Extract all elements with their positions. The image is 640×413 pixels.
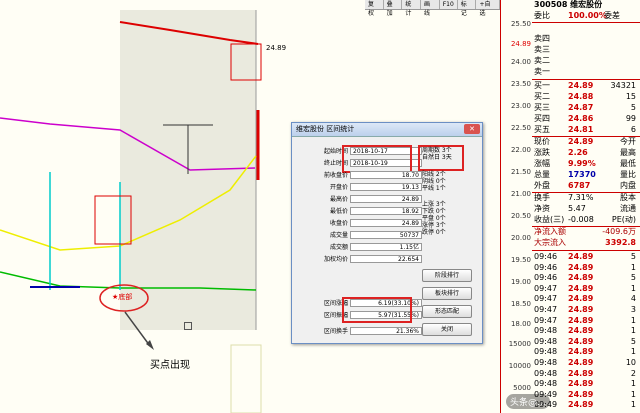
tick-row: 09:48 24.89 10 (534, 358, 636, 367)
toolbar-tongji[interactable]: 统计 (402, 0, 422, 17)
trend-stats: 上涨 3个 下跌 0个 平盘 0个 涨停 3个 跌停 0个 (422, 201, 446, 236)
axis-label: 23.50 (510, 80, 531, 88)
stat-row: 成交量 50737 (296, 231, 426, 241)
gain-highlight-box (342, 297, 412, 323)
axis-label: 21.50 (510, 168, 531, 176)
quote-row: 净资 5.47 流通 (534, 204, 636, 213)
tick-row: 09:47 24.89 4 (534, 294, 636, 304)
sell-row: 卖四 (534, 34, 550, 43)
period-stats: 周期数 3个 自然日 3天 (422, 147, 452, 161)
stat-row: 区间换手 21.36% (296, 327, 426, 337)
flow-row: 大宗流入 3392.8 (534, 238, 636, 247)
toolbar-huaxian[interactable]: 画线 (421, 0, 440, 17)
quote-row: 换手 7.31% 股本 (534, 193, 636, 202)
flow-row: 净流入额 -409.6万 (534, 227, 636, 236)
volume-bar-1 (230, 344, 262, 413)
axis-label: 19.50 (510, 256, 531, 264)
buy-row: 买二 24.88 15 (534, 92, 636, 101)
quote-row: 收益(三) -0.008 PE(动) (534, 215, 636, 224)
axis-label: 18.50 (510, 300, 531, 308)
toolbar-f10[interactable]: F10 (440, 0, 458, 9)
sell-row: 卖二 (534, 56, 550, 65)
stat-value: 18.70 (350, 171, 422, 179)
buy-row: 买四 24.86 99 (534, 114, 636, 123)
watermark: 头条@... (506, 394, 550, 409)
toolbar-diejia[interactable]: 叠加 (384, 0, 403, 17)
dialog-title: 维宏股份 区间统计 (292, 123, 482, 137)
tick-row: 09:47 24.89 1 (534, 283, 636, 293)
tick-row: 09:47 24.89 1 (534, 315, 636, 325)
stat-value: 24.89 (350, 195, 422, 203)
bottom-marker-label: ★底部 (112, 293, 133, 301)
tick-row: 09:48 24.89 1 (534, 347, 636, 357)
stat-value: 22.654 (350, 255, 422, 263)
tick-row: 09:47 24.89 3 (534, 305, 636, 314)
price-axis: 25.50 24.89 24.00 23.50 23.00 22.50 22.0… (500, 0, 533, 413)
axis-label: 10000 (508, 362, 531, 370)
sell-row: 卖一 (534, 67, 550, 76)
quote-row: 涨幅 9.99% 最低 (534, 159, 636, 168)
turnover-row: 成交额 1.15亿 (296, 243, 426, 253)
axis-label: 24.89 (510, 40, 531, 48)
stock-header: 300508 维宏股份 (534, 0, 603, 9)
stat-value: 21.36% (350, 327, 422, 335)
stat-row: 收盘价 24.89 (296, 219, 426, 229)
axis-label: 20.50 (510, 212, 531, 220)
quote-row: 涨跌 2.26 最高 (534, 148, 636, 157)
axis-label: 19.00 (510, 278, 531, 286)
stage-rank-button[interactable]: 阶段排行 (422, 269, 472, 282)
sell-row: 卖三 (534, 45, 550, 54)
tick-row: 09:46 24.89 5 (534, 273, 636, 283)
buy-row: 买三 24.87 5 (534, 103, 636, 112)
stat-row: 最高价 24.89 (296, 195, 426, 205)
stat-row: 最低价 18.92 (296, 207, 426, 217)
quote-panel: 300508 维宏股份 委比 100.00% 委差 卖四 卖三 卖二 卖一 买一 24… (532, 0, 640, 413)
close-button[interactable]: 关闭 (422, 323, 472, 336)
stat-value: 1.15亿 (350, 243, 422, 251)
quote-row: 现价 24.89 今开 (534, 137, 636, 146)
toolbar-fuquan[interactable]: 复权 (365, 0, 384, 17)
quote-row: 外盘 6787 内盘 (534, 181, 636, 190)
date-highlight-box (342, 145, 412, 173)
stat-value: 19.13 (350, 183, 422, 191)
axis-label: 22.50 (510, 124, 531, 132)
close-icon[interactable]: ✕ (464, 124, 480, 134)
stat-row: 前收盘价 18.70 (296, 171, 426, 181)
tick-row: 09:46 24.89 1 (534, 262, 636, 272)
buy-row: 买五 24.81 6 (534, 125, 636, 134)
toolbar-zixuan[interactable]: +自选 (476, 0, 500, 17)
axis-label: 23.00 (510, 102, 531, 110)
toolbar-biaoji[interactable]: 标记 (458, 0, 477, 17)
tick-row: 09:48 24.89 1 (534, 326, 636, 336)
buy-point-note: 买点出现 (150, 360, 190, 371)
axis-label: 22.00 (510, 146, 531, 154)
stat-value: 50737 (350, 231, 422, 239)
stat-value: 18.92 (350, 207, 422, 215)
chart-toolbar: 复权 叠加 统计 画线 F10 标记 +自选 (365, 0, 500, 17)
price-tag-label: 24.89 (266, 44, 287, 52)
stat-row: 开盘价 19.13 (296, 183, 426, 193)
pattern-match-button[interactable]: 形态匹配 (422, 305, 472, 318)
axis-label: 5000 (513, 384, 531, 392)
weibi-row: 委比 100.00% 委差 (534, 11, 620, 20)
tick-row: 09:48 24.89 5 (534, 336, 636, 346)
tick-row: 09:48 24.89 2 (534, 368, 636, 378)
stat-value: 24.89 (350, 219, 422, 227)
tick-row: 09:48 24.89 1 (534, 379, 636, 389)
axis-label: 18.00 (510, 320, 531, 328)
buy-row: 买一 24.89 34321 (534, 81, 636, 90)
sector-rank-button[interactable]: 板块排行 (422, 287, 472, 300)
small-square-icon (184, 322, 192, 330)
stat-row: 加权均价 22.654 (296, 255, 426, 265)
range-stats-dialog: 维宏股份 区间统计 ✕ 起始时间 2018-10-17 终止时间 2018-10… (291, 122, 483, 344)
axis-label: 15000 (508, 340, 531, 348)
tick-row: 09:46 24.89 5 (534, 252, 636, 261)
axis-label: 20.00 (510, 234, 531, 242)
axis-label: 21.00 (510, 190, 531, 198)
axis-label: 24.00 (510, 58, 531, 66)
quote-row: 总量 17370 量比 (534, 170, 636, 179)
candle-type-stats: 阳线 2个 阴线 0个 平线 1个 (422, 171, 446, 192)
axis-label: 25.50 (510, 20, 531, 28)
